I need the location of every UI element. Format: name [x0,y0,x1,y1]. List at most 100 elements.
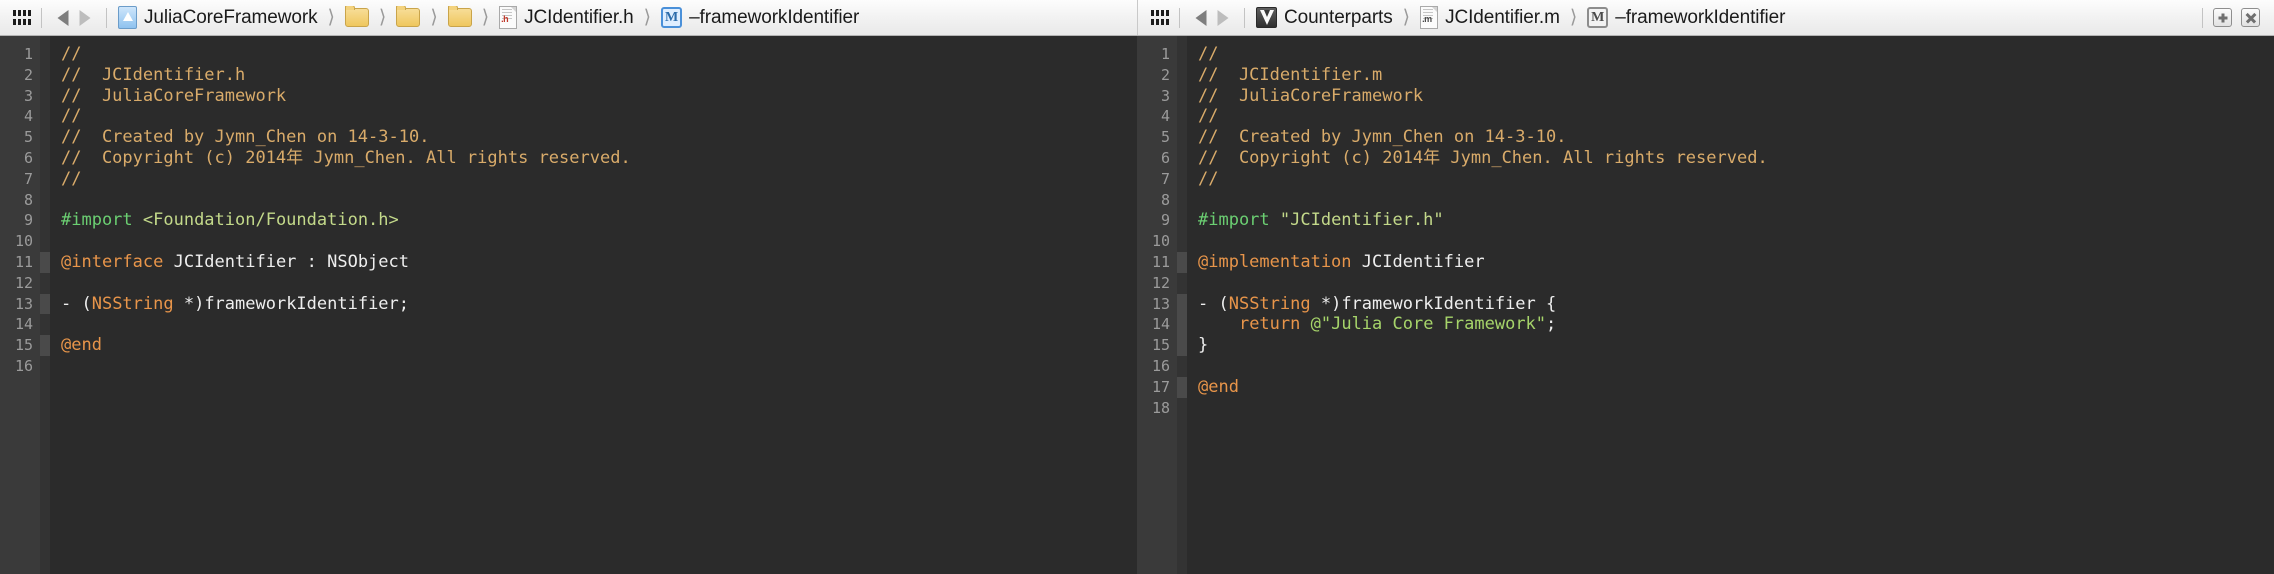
chevron-right-icon: ⟩ [481,7,490,28]
fold-marker[interactable] [1177,314,1187,336]
separator [2202,7,2203,28]
fold-marker[interactable] [40,169,50,190]
line-number: 10 [14,232,33,251]
close-editor-button[interactable] [2241,8,2260,27]
assistant-editor[interactable]: 1 2 3 4 5 6 7 8 9 10 11 12 13 14 15 16 17 18 //// JCIdent… [1137,36,2274,574]
fold-marker[interactable] [1177,293,1187,315]
breadcrumb-item-method[interactable]: M –frameworkIdentifier [1586,7,1786,29]
line-number: 8 [23,190,33,209]
token-comment: // [61,44,82,64]
code-line: // JuliaCoreFramework [61,86,1137,107]
line-number: 12 [1151,273,1170,292]
code-folding-ribbon[interactable] [1177,36,1187,574]
fold-marker[interactable] [40,65,50,86]
fold-marker[interactable] [1177,231,1187,252]
fold-marker[interactable] [40,86,50,107]
breadcrumb-item-folder-3[interactable] [447,6,473,27]
folder-icon [447,6,472,27]
fold-marker[interactable] [40,148,50,169]
fold-marker[interactable] [40,190,50,211]
code-line: // [1198,106,2274,127]
chevron-right-icon: ⟩ [1402,7,1411,28]
forward-button[interactable] [74,7,96,29]
fold-marker[interactable] [1177,376,1187,398]
line-number: 9 [1160,211,1170,230]
breadcrumb-item-folder-1[interactable] [344,6,370,27]
line-number: 18 [1151,398,1170,417]
line-number: 14 [1151,315,1170,334]
breadcrumb-item-method[interactable]: M –frameworkIdentifier [660,7,860,29]
token-plain: - ( [1198,293,1229,314]
fold-marker[interactable] [1177,86,1187,107]
forward-button[interactable] [1212,7,1234,29]
separator [41,7,42,28]
fold-marker[interactable] [1177,335,1187,356]
related-items-icon[interactable] [1151,10,1169,25]
fold-marker[interactable] [1177,251,1187,273]
line-number: 11 [14,252,33,271]
breadcrumb-item-project[interactable]: JuliaCoreFramework [117,6,318,29]
code-folding-ribbon[interactable] [40,36,50,574]
fold-marker[interactable] [40,314,50,335]
code-line: // Created by Jymn_Chen on 14-3-10. [61,127,1137,148]
fold-marker[interactable] [40,273,50,294]
fold-marker[interactable] [40,293,50,315]
line-number: 7 [23,169,33,188]
fold-marker[interactable] [40,335,50,356]
breadcrumb-item-folder-2[interactable] [395,6,421,27]
token-comment: // [1198,168,1219,189]
token-comment: // Created by Jymn_Chen on 14-3-10. [61,127,430,148]
token-comment: // Copyright (c) 2014年 Jymn_Chen. All ri… [61,147,631,168]
breadcrumb-item-file[interactable]: .h JCIdentifier.h [498,6,635,29]
code-line: // JCIdentifier.m [1198,65,2274,86]
fold-marker[interactable] [1177,106,1187,127]
related-items-icon[interactable] [13,10,31,25]
back-button[interactable] [1190,7,1212,29]
fold-marker[interactable] [1177,65,1187,86]
fold-marker[interactable] [40,106,50,127]
token-kw: return [1238,314,1301,335]
fold-marker[interactable] [40,44,50,65]
code-content[interactable]: //// JCIdentifier.h// JuliaCoreFramework… [50,36,1137,574]
primary-editor[interactable]: 1 2 3 4 5 6 7 8 9 10 11 12 13 14 15 16 //// JCIdentifie… [0,36,1137,574]
fold-marker[interactable] [1177,210,1187,231]
breadcrumb-item-counterparts[interactable]: Counterparts [1255,7,1394,29]
token-plain: *)frameworkIdentifier; [173,293,410,314]
code-content[interactable]: //// JCIdentifier.m// JuliaCoreFramework… [1187,36,2274,574]
fold-marker[interactable] [40,127,50,148]
chevron-right-icon: ⟩ [430,7,438,28]
fold-marker[interactable] [1177,273,1187,294]
code-line: #import <Foundation/Foundation.h> [61,210,1137,231]
fold-marker[interactable] [1177,169,1187,190]
fold-marker[interactable] [40,356,50,377]
add-editor-button[interactable] [2213,8,2232,27]
code-line: // Created by Jymn_Chen on 14-3-10. [1198,127,2274,148]
chevron-right-icon: ⟩ [643,7,652,28]
fold-marker[interactable] [40,251,50,273]
line-number: 2 [23,65,33,84]
fold-marker[interactable] [1177,44,1187,65]
editor-window-buttons [2213,8,2260,27]
fold-marker[interactable] [1177,148,1187,169]
editor-area: 1 2 3 4 5 6 7 8 9 10 11 12 13 14 15 16 //// JCIdentifie… [0,36,2274,574]
fold-marker[interactable] [1177,356,1187,377]
line-number-gutter: 1 2 3 4 5 6 7 8 9 10 11 12 13 14 15 16 [0,36,40,574]
token-pre: #import [61,210,143,231]
token-plain: - ( [61,293,92,314]
fold-marker[interactable] [1177,190,1187,211]
code-line: @end [1198,377,2274,398]
breadcrumb-item-file[interactable]: .m JCIdentifier.m [1419,6,1561,29]
token-kw: @implementation [1198,251,1352,272]
fold-marker[interactable] [40,231,50,252]
line-number: 15 [1151,336,1170,355]
token-comment: // JuliaCoreFramework [61,85,287,106]
fold-marker[interactable] [1177,398,1187,419]
fold-marker[interactable] [1177,127,1187,148]
breadcrumb-label: –frameworkIdentifier [1615,6,1786,28]
chevron-right-icon: ⟩ [327,7,335,28]
back-button[interactable] [52,7,74,29]
fold-marker[interactable] [40,210,50,231]
file-extension-label: .h [501,14,509,24]
